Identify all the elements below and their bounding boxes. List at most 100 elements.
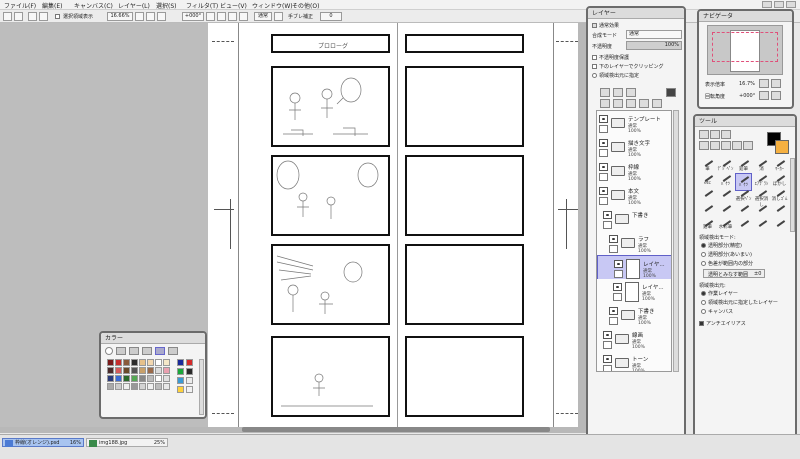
layer-color-icon[interactable] (666, 88, 676, 97)
color-swatch[interactable] (123, 375, 130, 382)
new-folder-icon[interactable] (626, 88, 636, 97)
maximize-icon[interactable] (774, 1, 784, 8)
menu-other[interactable]: その他(O) (292, 1, 319, 10)
new-raster-icon[interactable] (613, 88, 623, 97)
close-icon[interactable] (786, 1, 796, 8)
scratchpad-icon[interactable] (168, 347, 178, 355)
color-swatch[interactable] (107, 359, 114, 366)
stabilizer-dropdown[interactable]: 0 (320, 12, 342, 21)
hand-icon[interactable] (732, 141, 742, 150)
angle-field[interactable]: +000° (182, 12, 204, 21)
tool-scrollbar[interactable] (790, 158, 795, 232)
layer-lock-icon[interactable] (603, 341, 612, 349)
visibility-eye-icon[interactable] (613, 283, 622, 291)
visibility-eye-icon[interactable] (603, 331, 612, 339)
layer-row[interactable]: テンプレート 通常 100% (597, 111, 671, 137)
move-icon[interactable] (699, 141, 709, 150)
visibility-eye-icon[interactable] (599, 139, 608, 147)
visibility-eye-icon[interactable] (599, 163, 608, 171)
color-swatch[interactable] (186, 377, 193, 384)
menu-file[interactable]: ファイル(F) (4, 1, 36, 10)
zoom-reset-icon[interactable] (157, 12, 166, 21)
merge-visible-icon[interactable] (626, 99, 636, 108)
color-swatch[interactable] (123, 359, 130, 366)
color-swatch[interactable] (147, 383, 154, 390)
color-swatch[interactable] (131, 367, 138, 374)
color-swatch[interactable] (139, 359, 146, 366)
flip-horizontal-icon[interactable] (274, 12, 283, 21)
visibility-eye-icon[interactable] (614, 260, 623, 268)
visibility-eye-icon[interactable] (599, 187, 608, 195)
visibility-eye-icon[interactable] (609, 235, 618, 243)
color-swatch[interactable] (147, 367, 154, 374)
color-swatch[interactable] (107, 375, 114, 382)
transfer-down-icon[interactable] (600, 99, 610, 108)
menu-edit[interactable]: 編集(E) (42, 1, 62, 10)
color-swatch[interactable] (131, 359, 138, 366)
color-swatch[interactable] (163, 367, 170, 374)
tool-slot[interactable]: 鉛筆 (699, 224, 716, 232)
zoom-in-icon[interactable] (146, 12, 155, 21)
color-swatch[interactable] (155, 383, 162, 390)
opacity-slider[interactable]: 100% (626, 41, 682, 50)
doc-tab-1[interactable]: 枠線(オレンジ).psd 16% (2, 438, 84, 447)
rotate-right-icon[interactable] (217, 12, 226, 21)
detect-mode-option-1[interactable]: 透明部分(精密) (701, 242, 742, 249)
blend-mode-dropdown[interactable]: 通常 (254, 12, 272, 21)
color-swatch[interactable] (139, 383, 146, 390)
layer-lock-icon[interactable] (603, 221, 612, 229)
color-panel-scrollbar[interactable] (199, 359, 204, 415)
new-layer-icon[interactable] (600, 88, 610, 97)
hsv-slider-icon[interactable] (129, 347, 139, 355)
show-selection-checkbox[interactable] (55, 14, 60, 19)
detect-mode-option-3[interactable]: 色差が範囲内の部分 (701, 260, 753, 267)
rect-select-icon[interactable] (699, 130, 709, 139)
menu-canvas[interactable]: キャンバス(C) (74, 1, 113, 10)
color-swatch[interactable] (123, 383, 130, 390)
color-swatch[interactable] (131, 375, 138, 382)
color-swatch[interactable] (163, 383, 170, 390)
tool-slot[interactable] (735, 216, 752, 236)
menu-view[interactable]: ビュー(V) (220, 1, 247, 10)
undo-icon[interactable] (28, 12, 37, 21)
zoom-icon[interactable] (710, 141, 720, 150)
visibility-eye-icon[interactable] (599, 115, 608, 123)
color-swatch[interactable] (155, 375, 162, 382)
rgb-slider-icon[interactable] (116, 347, 126, 355)
detect-source-option[interactable]: 領域検出元に指定 (592, 72, 639, 79)
background-color[interactable] (775, 140, 789, 154)
rotate-icon[interactable] (721, 141, 731, 150)
rotate-reset-icon[interactable] (228, 12, 237, 21)
menu-select[interactable]: 選択(S) (156, 1, 177, 10)
zoom-out-icon[interactable] (135, 12, 144, 21)
navigator-preview[interactable] (707, 25, 783, 75)
color-swatch[interactable] (163, 359, 170, 366)
protect-opacity-option[interactable]: 不透明度保護 (592, 54, 629, 61)
color-swatch[interactable] (115, 383, 122, 390)
deselect-icon[interactable] (3, 12, 12, 21)
layer-row[interactable]: 下書き (597, 207, 671, 233)
visibility-eye-icon[interactable] (609, 307, 618, 315)
tool-slot[interactable] (771, 216, 788, 236)
layer-lock-icon[interactable] (599, 173, 608, 181)
tool-slot[interactable]: 水彩筆 (717, 224, 734, 232)
merge-down-icon[interactable] (613, 99, 623, 108)
eyedropper-icon[interactable] (743, 141, 753, 150)
layer-row[interactable]: 枠線 通常 100% (597, 159, 671, 185)
color-swatch[interactable] (123, 367, 130, 374)
magic-wand-icon[interactable] (721, 130, 731, 139)
color-swatch[interactable] (107, 367, 114, 374)
nav-rotate-left-icon[interactable] (759, 91, 769, 100)
lasso-icon[interactable] (710, 130, 720, 139)
redo-icon[interactable] (39, 12, 48, 21)
swatch-tab-icon[interactable] (155, 347, 165, 355)
color-swatch[interactable] (107, 383, 114, 390)
layer-row[interactable]: 本文 通常 100% (597, 183, 671, 209)
layer-row[interactable]: トーン 通常 100% (597, 351, 671, 371)
menu-window[interactable]: ウィンドウ(W) (252, 1, 293, 10)
color-swatch[interactable] (186, 368, 193, 375)
color-swatch[interactable] (177, 368, 184, 375)
layer-row[interactable]: 描き文字 通常 100% (597, 135, 671, 161)
delete-layer-icon[interactable] (652, 99, 662, 108)
color-swatch[interactable] (115, 375, 122, 382)
